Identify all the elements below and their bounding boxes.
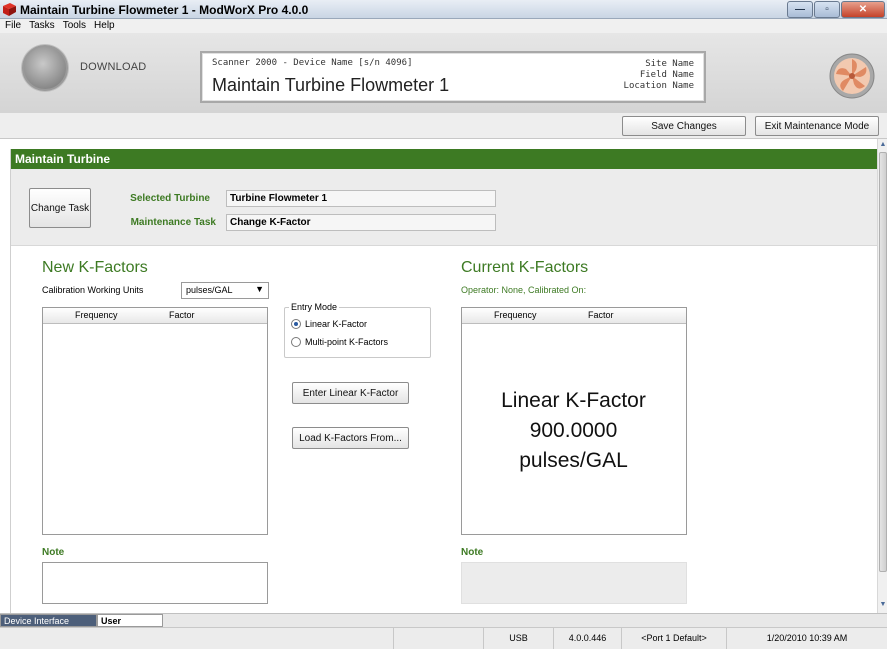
radio-linear-kfactor[interactable]: Linear K-Factor	[291, 319, 367, 329]
field-name: Field Name	[639, 70, 694, 80]
radio-unselected-icon	[291, 337, 301, 347]
tab-user-manuals[interactable]: User Manuals	[97, 614, 163, 636]
radio-selected-icon	[291, 319, 301, 329]
units-label: Calibration Working Units	[42, 285, 144, 295]
chevron-down-icon: ▼	[255, 284, 264, 294]
section-title: Maintain Turbine	[11, 149, 877, 169]
current-column-factor: Factor	[588, 310, 614, 320]
entry-mode-legend: Entry Mode	[289, 302, 340, 312]
maintenance-task-value: Change K-Factor	[226, 214, 496, 231]
maximize-button[interactable]: ▫	[814, 1, 840, 18]
status-port: <Port 1 Default>	[621, 628, 726, 649]
device-info-panel: Scanner 2000 - Device Name [s/n 4096] Ma…	[200, 51, 706, 103]
device-descriptor: Scanner 2000 - Device Name [s/n 4096]	[212, 58, 413, 68]
bottom-tab-strip: Device Interface User Manuals	[0, 613, 887, 636]
kfactor-overlay-units: pulses/GAL	[519, 449, 628, 472]
column-frequency[interactable]: Frequency	[75, 310, 118, 320]
window-controls: — ▫ ✕	[787, 1, 885, 18]
scroll-up-icon[interactable]: ▲	[878, 139, 887, 151]
close-button[interactable]: ✕	[841, 1, 885, 18]
window-title: Maintain Turbine Flowmeter 1 - ModWorX P…	[20, 3, 309, 17]
device-task-title: Maintain Turbine Flowmeter 1	[212, 75, 450, 95]
current-kfactors-heading: Current K-Factors	[461, 259, 589, 276]
status-datetime: 1/20/2010 10:39 AM	[726, 628, 887, 649]
entry-mode-group: Entry Mode Linear K-Factor Multi-point K…	[284, 302, 431, 358]
radio-multipoint-label: Multi-point K-Factors	[305, 337, 389, 347]
kfactor-overlay-value: 900.0000	[529, 419, 618, 442]
status-connection: USB	[483, 628, 553, 649]
tab-device-interface[interactable]: Device Interface	[0, 614, 97, 627]
modworx-app-icon	[3, 3, 16, 16]
current-note-field	[461, 562, 687, 604]
site-name: Site Name	[645, 59, 694, 69]
title-bar: Maintain Turbine Flowmeter 1 - ModWorX P…	[0, 0, 887, 19]
new-kfactors-table[interactable]: Frequency Factor	[42, 307, 268, 535]
menu-file[interactable]: File	[2, 19, 26, 33]
load-kfactors-button[interactable]: Load K-Factors From...	[292, 427, 409, 449]
kfactor-overlay-type: Linear K-Factor	[501, 389, 646, 412]
column-factor[interactable]: Factor	[169, 310, 195, 320]
maintenance-task-label: Maintenance Task	[130, 217, 216, 228]
radio-multipoint-kfactors[interactable]: Multi-point K-Factors	[291, 337, 388, 347]
menu-bar: File Tasks Tools Help	[0, 19, 887, 33]
selected-turbine-value: Turbine Flowmeter 1	[226, 190, 496, 207]
change-task-button[interactable]: Change Task	[29, 188, 91, 228]
main-content: Maintain Turbine Change Task Selected Tu…	[10, 149, 877, 613]
current-column-frequency: Frequency	[494, 310, 537, 320]
minimize-button[interactable]: —	[787, 1, 813, 18]
selected-turbine-label: Selected Turbine	[130, 193, 210, 204]
new-kfactors-table-header: Frequency Factor	[43, 308, 267, 324]
current-kfactors-table-header: Frequency Factor	[462, 308, 686, 324]
radio-linear-label: Linear K-Factor	[305, 319, 368, 329]
menu-help[interactable]: Help	[91, 19, 120, 33]
current-note-label: Note	[461, 547, 484, 558]
status-empty-cell	[393, 628, 483, 649]
enter-linear-kfactor-button[interactable]: Enter Linear K-Factor	[292, 382, 409, 404]
operator-info: Operator: None, Calibrated On:	[461, 285, 587, 295]
download-knob-icon	[22, 45, 68, 91]
download-button[interactable]: DOWNLOAD	[22, 45, 170, 91]
location-name: Location Name	[623, 81, 694, 91]
menu-tools[interactable]: Tools	[60, 19, 91, 33]
task-selection-panel: Change Task Selected Turbine Turbine Flo…	[11, 169, 877, 246]
site-info: Site Name Field Name Location Name	[624, 59, 694, 92]
turbine-fan-icon	[829, 53, 875, 99]
menu-tasks[interactable]: Tasks	[26, 19, 60, 33]
exit-maintenance-button[interactable]: Exit Maintenance Mode	[755, 116, 879, 136]
status-bar: USB 4.0.0.446 <Port 1 Default> 1/20/2010…	[0, 627, 887, 649]
save-changes-button[interactable]: Save Changes	[622, 116, 746, 136]
download-label: DOWNLOAD	[80, 61, 147, 73]
new-note-field[interactable]	[42, 562, 268, 604]
new-note-label: Note	[42, 547, 65, 558]
vertical-scrollbar[interactable]: ▲ ▼	[877, 139, 887, 613]
units-dropdown-value: pulses/GAL	[186, 285, 233, 295]
status-version: 4.0.0.446	[553, 628, 621, 649]
units-dropdown[interactable]: pulses/GAL ▼	[181, 282, 269, 299]
device-header: DOWNLOAD Scanner 2000 - Device Name [s/n…	[0, 33, 887, 113]
new-kfactors-heading: New K-Factors	[42, 259, 148, 276]
scroll-thumb[interactable]	[879, 152, 887, 572]
scroll-down-icon[interactable]: ▼	[878, 599, 887, 611]
action-toolbar: Save Changes Exit Maintenance Mode	[0, 113, 887, 139]
